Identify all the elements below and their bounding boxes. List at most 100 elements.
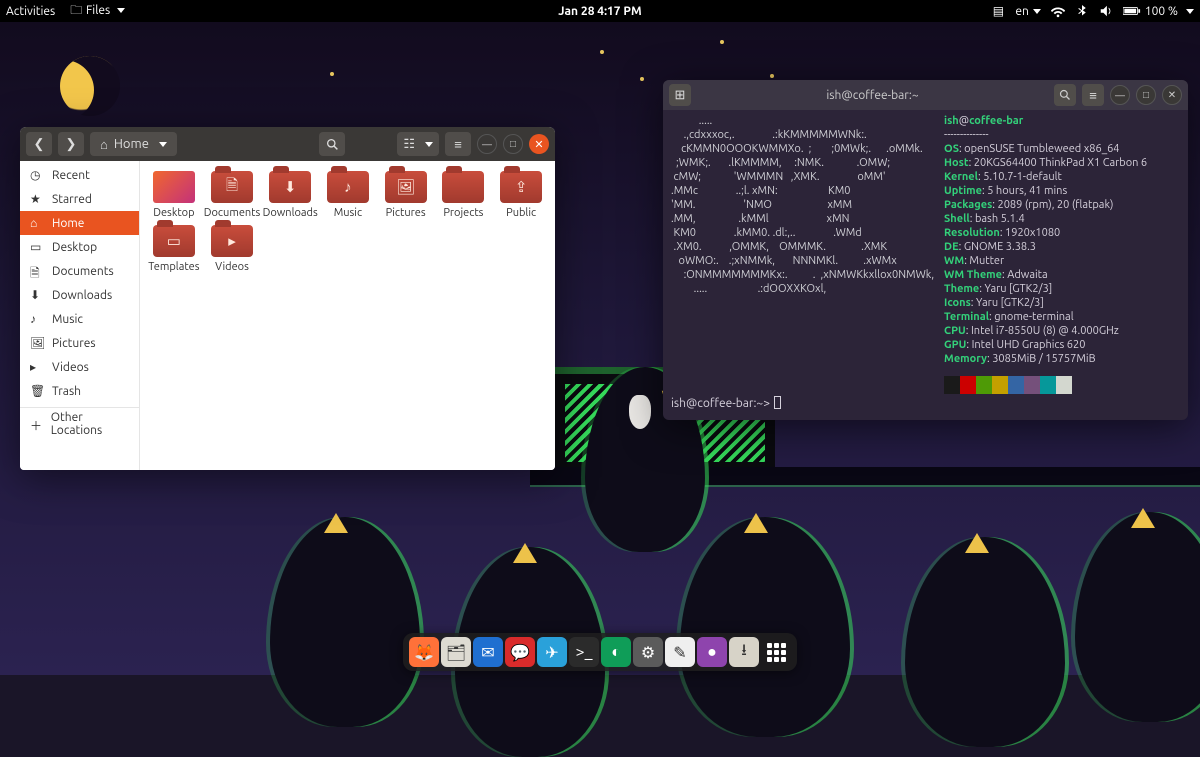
doc-icon: 🗎 bbox=[30, 264, 44, 278]
sidebar-item-trash[interactable]: 🗑Trash bbox=[20, 379, 139, 403]
sidebar-item-downloads[interactable]: ⬇Downloads bbox=[20, 283, 139, 307]
folder-label: Desktop bbox=[153, 207, 194, 219]
folder-downloads[interactable]: ⬇ Downloads bbox=[262, 171, 318, 219]
dock-firefox[interactable]: 🦊 bbox=[409, 637, 439, 667]
vid-icon: ▸ bbox=[30, 360, 44, 374]
bluetooth-icon[interactable] bbox=[1075, 4, 1089, 18]
nav-back-button[interactable]: ❮ bbox=[26, 132, 52, 156]
penguin-graphic bbox=[680, 517, 850, 737]
path-label: Home bbox=[114, 137, 149, 151]
sidebar-item-documents[interactable]: 🗎Documents bbox=[20, 259, 139, 283]
files-menu[interactable]: 🗀 Files bbox=[69, 4, 125, 19]
plus-icon: ＋ bbox=[30, 417, 43, 431]
view-toggle[interactable]: ☷ bbox=[397, 132, 439, 156]
dock-podcasts[interactable]: ● bbox=[697, 637, 727, 667]
sidebar-item-music[interactable]: ♪Music bbox=[20, 307, 139, 331]
sidebar-item-starred[interactable]: ★Starred bbox=[20, 187, 139, 211]
folder-label: Pictures bbox=[386, 207, 426, 219]
dock-software[interactable]: ⭳ bbox=[729, 637, 759, 667]
folder-templates[interactable]: ▭Templates bbox=[146, 225, 202, 273]
dock-text-editor[interactable]: ✎ bbox=[665, 637, 695, 667]
close-button[interactable]: ✕ bbox=[1162, 85, 1182, 105]
folder-icon: ♪ bbox=[327, 171, 369, 203]
battery-indicator[interactable]: 100 % bbox=[1123, 5, 1194, 18]
sidebar-item-desktop[interactable]: ▭ Desktop bbox=[20, 235, 139, 259]
terminal-window: ⊞ ish@coffee-bar:~ ≡ — □ ✕ ..... .,cdxxx… bbox=[663, 80, 1188, 420]
maximize-button[interactable]: □ bbox=[1136, 85, 1156, 105]
new-tab-button[interactable]: ⊞ bbox=[669, 84, 691, 106]
sidebar-item-pictures[interactable]: 🖼Pictures bbox=[20, 331, 139, 355]
clock[interactable]: Jan 28 4:17 PM bbox=[558, 5, 641, 18]
sidebar-item-label: Videos bbox=[52, 361, 89, 374]
battery-label: 100 % bbox=[1145, 5, 1178, 18]
search-button[interactable] bbox=[1054, 84, 1076, 106]
terminal-content[interactable]: ..... .,cdxxxoc,. .:kKMMMMMWNk:. cKMMN0O… bbox=[663, 110, 1188, 402]
volume-icon[interactable] bbox=[1099, 4, 1113, 18]
tray-menu-icon[interactable]: ▤ bbox=[991, 4, 1005, 18]
moon-graphic bbox=[60, 56, 120, 116]
desktop-icon: ▭ bbox=[30, 240, 44, 254]
dock-telegram[interactable]: ✈ bbox=[537, 637, 567, 667]
folder-music[interactable]: ♪ Music bbox=[320, 171, 376, 219]
penguin-graphic bbox=[270, 517, 420, 727]
neofetch-info: ish@coffee-bar -------------- OS: openSU… bbox=[944, 114, 1147, 394]
maximize-button[interactable]: □ bbox=[503, 134, 523, 154]
sidebar-item-home[interactable]: ⌂Home bbox=[20, 211, 139, 235]
chevron-down-icon bbox=[159, 142, 167, 147]
penguin-graphic bbox=[1075, 512, 1200, 722]
terminal-headerbar: ⊞ ish@coffee-bar:~ ≡ — □ ✕ bbox=[663, 80, 1188, 110]
folder-icon: 🗀 bbox=[69, 4, 83, 18]
file-manager-sidebar: ◷Recent★Starred⌂Home ▭ Desktop 🗎Documents⬇D… bbox=[20, 161, 140, 470]
folder-pictures[interactable]: 🖼Pictures bbox=[378, 171, 434, 219]
dock-thunderbird[interactable]: ✉ bbox=[473, 637, 503, 667]
dock-settings[interactable]: ⚙ bbox=[633, 637, 663, 667]
music-icon: ♪ bbox=[30, 312, 44, 326]
sidebar-item-label: Trash bbox=[52, 385, 81, 398]
color-swatches bbox=[944, 376, 1147, 394]
file-manager-headerbar: ❮ ❯ ⌂ Home ☷ ≡ — □ ✕ bbox=[20, 127, 555, 161]
folder-label: Downloads bbox=[263, 207, 318, 219]
hamburger-menu[interactable]: ≡ bbox=[445, 132, 471, 156]
pic-icon: 🖼 bbox=[30, 336, 44, 350]
dock-chat[interactable]: 💬 bbox=[505, 637, 535, 667]
keyboard-layout[interactable]: en bbox=[1015, 5, 1040, 18]
sidebar-item-other-locations[interactable]: ＋ Other Locations bbox=[20, 412, 139, 436]
search-button[interactable] bbox=[319, 132, 345, 156]
folder-icon: ⬇ bbox=[269, 171, 311, 203]
close-button[interactable]: ✕ bbox=[529, 134, 549, 154]
dock-files[interactable]: 🗂 bbox=[441, 637, 471, 667]
hamburger-menu[interactable]: ≡ bbox=[1082, 84, 1104, 106]
folder-label: Templates bbox=[148, 261, 199, 273]
dock-terminal[interactable]: >_ bbox=[569, 637, 599, 667]
dock: 🦊🗂✉💬✈>_◐⚙✎●⭳ bbox=[403, 633, 797, 671]
minimize-button[interactable]: — bbox=[1110, 85, 1130, 105]
folder-public[interactable]: ⇪Public bbox=[493, 171, 549, 219]
sidebar-item-videos[interactable]: ▸ Videos bbox=[20, 355, 139, 379]
folder-videos[interactable]: ▸Videos bbox=[204, 225, 261, 273]
dock-app-grid[interactable] bbox=[761, 637, 791, 667]
file-manager-content: Desktop 🗎 Documents ⬇ Downloads ♪ Music 🖼Pictur… bbox=[140, 161, 555, 470]
terminal-prompt[interactable]: ish@coffee-bar:~> bbox=[671, 396, 781, 410]
folder-label: Documents bbox=[204, 207, 261, 219]
folder-label: Projects bbox=[443, 207, 483, 219]
down-icon: ⬇ bbox=[30, 288, 44, 302]
folder-label: Music bbox=[334, 207, 362, 219]
chevron-down-icon bbox=[425, 142, 433, 147]
folder-desktop[interactable]: Desktop bbox=[146, 171, 202, 219]
dock-vpn[interactable]: ◐ bbox=[601, 637, 631, 667]
path-bar[interactable]: ⌂ Home bbox=[90, 132, 177, 156]
nav-forward-button[interactable]: ❯ bbox=[58, 132, 84, 156]
folder-documents[interactable]: 🗎 Documents bbox=[204, 171, 261, 219]
folder-projects[interactable]: Projects bbox=[436, 171, 492, 219]
minimize-button[interactable]: — bbox=[477, 134, 497, 154]
chevron-down-icon bbox=[1186, 9, 1194, 14]
wifi-icon[interactable] bbox=[1051, 4, 1065, 18]
folder-icon: 🗎 bbox=[211, 171, 253, 203]
sidebar-item-label: Other Locations bbox=[51, 411, 129, 437]
activities-button[interactable]: Activities bbox=[6, 5, 55, 18]
sidebar-item-recent[interactable]: ◷Recent bbox=[20, 163, 139, 187]
sidebar-item-label: Desktop bbox=[52, 241, 97, 254]
penguin-graphic bbox=[905, 537, 1065, 747]
home-icon: ⌂ bbox=[100, 137, 108, 152]
clock-icon: ◷ bbox=[30, 168, 44, 182]
